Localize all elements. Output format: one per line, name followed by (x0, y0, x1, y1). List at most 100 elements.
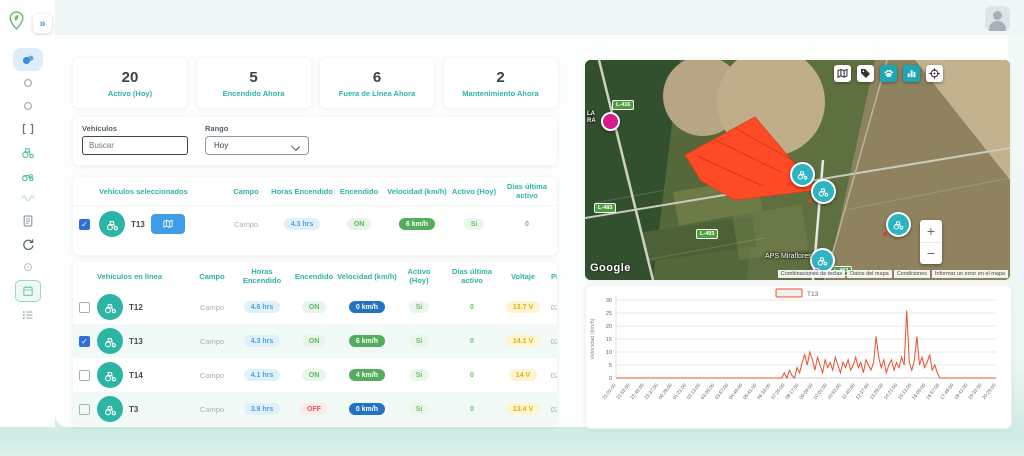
column-header: Encendido (291, 272, 337, 281)
ring-icon (20, 75, 36, 91)
sidebar-item-calendar[interactable] (15, 280, 41, 302)
sidebar-item-activity[interactable] (13, 186, 43, 209)
encendido-badge: ON (347, 218, 372, 230)
velocidad-badge: 0 km/h (349, 301, 385, 313)
top-bar (0, 0, 1024, 35)
row-checkbox[interactable]: ✓ (79, 336, 90, 347)
svg-text:25: 25 (606, 311, 612, 317)
sidebar-item-disc[interactable] (13, 255, 43, 278)
legend-swatch[interactable] (776, 289, 802, 297)
encendido-badge: ON (291, 301, 337, 313)
row-checkbox[interactable] (79, 302, 90, 313)
table-row[interactable]: ✓T13Campo4.3 hrsON6 km/hSi0 (73, 205, 557, 242)
row-checkbox[interactable] (79, 404, 90, 415)
map[interactable]: + − L-416L-483L-493L-463LARA APS Miraflo… (585, 60, 1010, 280)
x-tick-label: 10:53:00 (827, 382, 843, 401)
svg-text:15: 15 (606, 337, 612, 343)
horas-badge: 4.3 hrs (284, 218, 321, 230)
velocidad-badge: 4 km/h (349, 369, 385, 381)
online-vehicles-table: Vehículos en línea Campo Horas EncendidoEn… (73, 262, 557, 427)
google-logo: Google (590, 262, 631, 274)
encendido-badge: ON (291, 369, 337, 381)
map-control-tag-icon[interactable] (857, 65, 874, 82)
fecha-cell: 02- (543, 405, 557, 414)
tractor-icon (103, 368, 118, 383)
map-control-crosshair-icon[interactable] (926, 65, 943, 82)
vehicle-marker[interactable] (811, 179, 836, 204)
svg-text:5: 5 (609, 363, 612, 369)
fecha-cell: 02- (543, 303, 557, 312)
velocidad-badge: 6 km/h (337, 335, 397, 347)
activo-badge: Si (397, 335, 441, 347)
vehicle-cell: T14 (95, 362, 191, 388)
legend-label[interactable]: T13 (807, 291, 819, 298)
sidebar-item-reports[interactable] (13, 209, 43, 232)
row-checkbox[interactable] (79, 370, 90, 381)
calendar-icon (20, 283, 36, 299)
velocidad-badge: 6 km/h (349, 335, 385, 347)
place-label: APS Miraflores (765, 253, 812, 260)
place-pin[interactable] (601, 112, 620, 131)
activo-badge: Si (409, 335, 430, 347)
zoom-in-button[interactable]: + (920, 220, 942, 243)
rango-select[interactable]: Hoy (205, 136, 309, 155)
vehicle-search-input[interactable] (82, 136, 188, 155)
campo-cell: Campo (191, 371, 233, 380)
horas-badge: 4.1 hrs (244, 369, 281, 381)
vehicle-cell: T3 (95, 396, 191, 422)
sidebar-item-record[interactable] (13, 94, 43, 117)
online-table-header: Vehículos en líneaCampoHoras EncendidoEn… (73, 262, 557, 290)
sidebar-item-dashboard[interactable] (13, 48, 43, 71)
sidebar-item-status[interactable] (13, 71, 43, 94)
app-logo-pin-icon (9, 11, 24, 35)
stat-label: Encendido Ahora (223, 89, 285, 98)
sidebar-item-tractor[interactable] (13, 140, 43, 163)
sidebar-collapse-button[interactable]: » (33, 14, 52, 33)
vehicle-name: T3 (129, 405, 138, 414)
zoom-out-button[interactable]: − (920, 243, 942, 265)
tractor-icon (892, 218, 905, 231)
encendido-badge: ON (302, 369, 327, 381)
vehicle-marker[interactable] (790, 162, 815, 187)
table-row[interactable]: T12Campo4.6 hrsON0 km/hSi013.7 V02- (73, 290, 557, 324)
vehicle-cell: T13 (95, 328, 191, 354)
tag-icon (859, 67, 872, 80)
attribution-link[interactable]: Combinaciones de teclas (778, 270, 845, 278)
filters-card: Vehículos Rango Hoy (73, 117, 557, 165)
selected-table-header: Vehículos seleccionadosCampoHoras Encend… (73, 177, 557, 205)
map-control-paw-icon[interactable] (880, 65, 897, 82)
sidebar-item-list[interactable] (13, 303, 43, 326)
stat-card: 20Activo (Hoy) (73, 58, 187, 108)
vehiculos-label: Vehículos (82, 124, 117, 133)
horas-badge: 3.9 hrs (244, 403, 281, 415)
attribution-link[interactable]: Datos del mapa (847, 270, 892, 278)
attribution-link[interactable]: Informar un error en el mapa (932, 270, 1008, 278)
column-header: Vehículos en línea (95, 272, 191, 281)
table-row[interactable]: ✓T13Campo4.3 hrsON6 km/hSi014.1 V02- (73, 324, 557, 358)
stat-value: 5 (249, 69, 257, 86)
dias-cell: 0 (463, 301, 481, 313)
velocidad-badge: 0 km/h (337, 403, 397, 415)
attribution-link[interactable]: Condiciones (894, 270, 930, 278)
row-checkbox[interactable]: ✓ (79, 219, 90, 230)
table-row[interactable]: T14Campo4.1 hrsON4 km/hSi014 V02- (73, 358, 557, 392)
activo-badge: Si (397, 403, 441, 415)
table-row[interactable]: T3Campo3.9 hrsOFF0 km/hSi013.4 V02- (73, 392, 557, 426)
sidebar-item-map-frame[interactable] (13, 117, 43, 140)
sidebar-item-fleet[interactable] (13, 163, 43, 186)
column-header: Velocidad (km/h) (337, 272, 397, 281)
tractor-avatar-icon (97, 362, 123, 388)
vehicle-cell: T12 (95, 294, 191, 320)
vehicle-marker[interactable] (886, 212, 911, 237)
tractor-avatar-icon (97, 328, 123, 354)
map-control-map-icon[interactable] (834, 65, 851, 82)
user-avatar[interactable] (985, 6, 1010, 31)
map-control-bar-chart-icon[interactable] (903, 65, 920, 82)
column-header: Horas Encendido (233, 267, 291, 285)
sidebar-item-sync[interactable] (13, 232, 43, 255)
pin-label: LARA (587, 111, 596, 125)
dias-cell: 0 (463, 403, 481, 415)
map-icon (836, 67, 849, 80)
series-line-T13 (616, 310, 996, 378)
show-on-map-button[interactable] (151, 214, 185, 234)
